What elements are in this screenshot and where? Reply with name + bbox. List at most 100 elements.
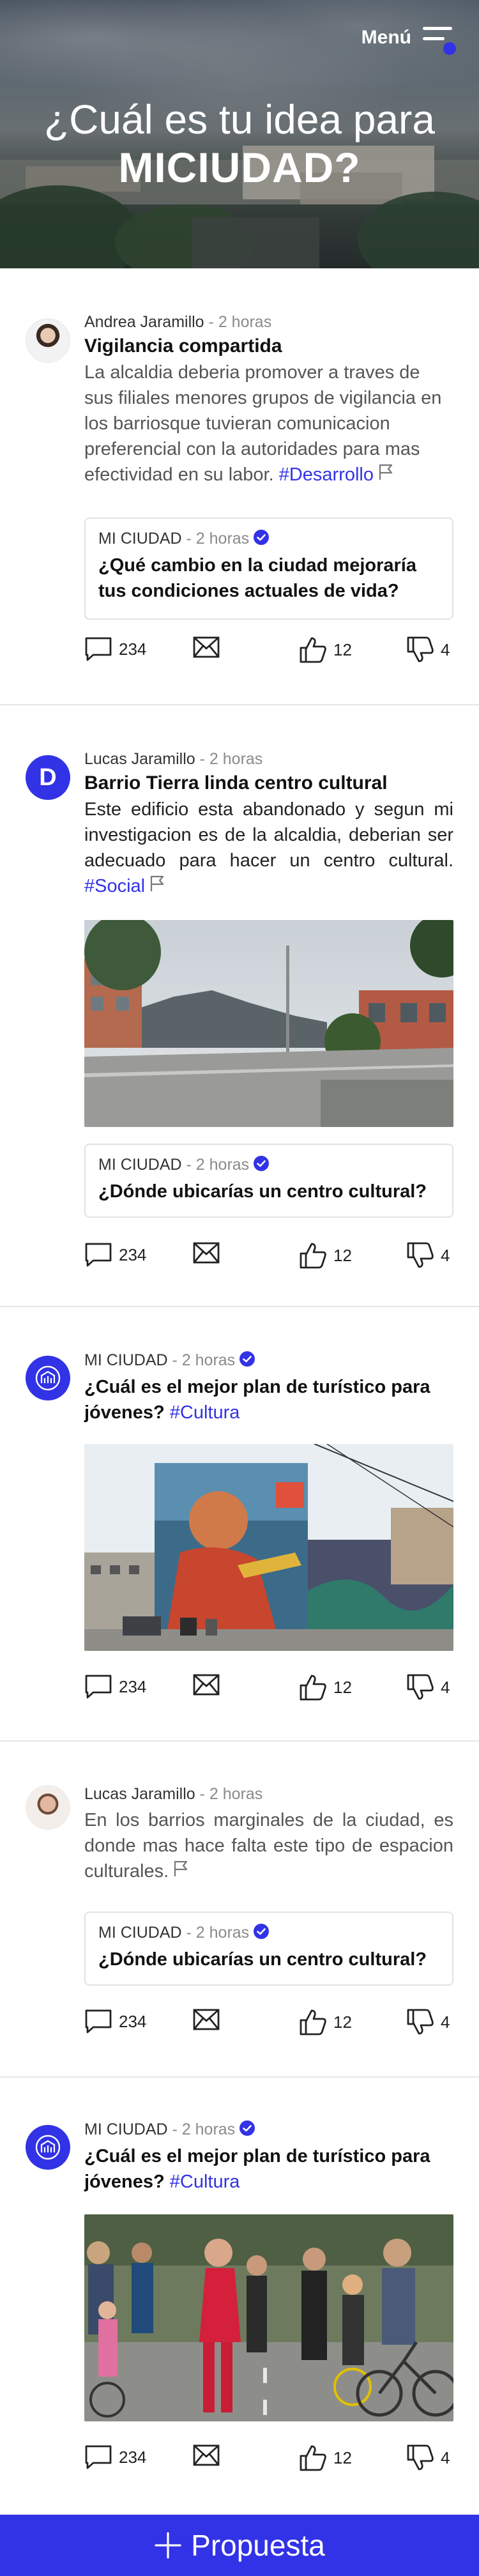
question-text: ¿Cuál es el mejor plan de turístico para… bbox=[84, 1374, 453, 1425]
feed-post: Lucas Jaramillo - 2 horas En los barrios… bbox=[0, 1742, 479, 2078]
share-button[interactable] bbox=[193, 2444, 220, 2466]
comment-count: 234 bbox=[119, 1676, 147, 1696]
avatar[interactable] bbox=[26, 1785, 70, 1830]
post-text: En los barrios marginales de la ciudad, … bbox=[84, 1807, 453, 1885]
post-photo-street[interactable] bbox=[84, 920, 453, 1127]
thumbs-up-icon bbox=[300, 2445, 326, 2471]
comments-button[interactable]: 234 bbox=[84, 1674, 146, 1699]
hashtag-link[interactable]: #Social bbox=[84, 876, 145, 896]
dislike-button[interactable]: 4 bbox=[406, 2444, 450, 2471]
miciudad-logo-icon bbox=[35, 1365, 61, 1391]
question-time: - 2 horas bbox=[186, 1924, 250, 1942]
comment-count: 234 bbox=[119, 639, 147, 659]
question-time: - 2 horas bbox=[186, 530, 250, 548]
post-meta: Lucas Jaramillo - 2 horas bbox=[84, 750, 453, 769]
linked-question-card[interactable]: MI CIUDAD - 2 horas ¿Dónde ubicarías un … bbox=[84, 1144, 453, 1218]
like-count: 12 bbox=[333, 1677, 352, 1697]
post-text: La alcaldia deberia promover a traves de… bbox=[84, 360, 453, 488]
share-button[interactable] bbox=[193, 1674, 220, 1696]
post-meta: MI CIUDAD - 2 horas bbox=[84, 2120, 453, 2141]
question-text: ¿Qué cambio en la ciudad mejoraría tus c… bbox=[98, 555, 416, 601]
flag-icon[interactable] bbox=[149, 874, 165, 900]
like-button[interactable]: 12 bbox=[299, 2009, 352, 2035]
author-name[interactable]: Andrea Jaramillo bbox=[84, 313, 204, 331]
thumbs-down-icon bbox=[407, 636, 434, 663]
thumbs-down-icon bbox=[407, 2444, 434, 2471]
mail-icon bbox=[193, 2009, 220, 2030]
post-actions: 234 12 4 bbox=[84, 636, 453, 664]
flag-icon[interactable] bbox=[377, 463, 394, 488]
question-author: MI CIUDAD bbox=[98, 530, 182, 548]
thumbs-up-icon bbox=[300, 1243, 326, 1269]
dislike-button[interactable]: 4 bbox=[406, 2009, 450, 2035]
comments-button[interactable]: 234 bbox=[84, 2444, 146, 2470]
feed-post: MI CIUDAD - 2 horas ¿Cuál es el mejor pl… bbox=[0, 2078, 479, 2515]
share-button[interactable] bbox=[193, 636, 220, 658]
post-time: - 2 horas bbox=[199, 1785, 263, 1803]
mail-icon bbox=[193, 1674, 220, 1696]
post-photo-ciclovia[interactable] bbox=[84, 2214, 453, 2421]
like-button[interactable]: 12 bbox=[299, 1674, 352, 1701]
dislike-button[interactable]: 4 bbox=[406, 1242, 450, 1269]
like-count: 12 bbox=[333, 1245, 352, 1265]
author-name[interactable]: Lucas Jaramillo bbox=[84, 750, 195, 768]
mail-icon bbox=[193, 1242, 220, 1264]
feed-post: MI CIUDAD - 2 horas ¿Cuál es el mejor pl… bbox=[0, 1307, 479, 1742]
post-actions: 234 12 4 bbox=[84, 2009, 453, 2037]
hero-title-line2: MICIUDAD? bbox=[118, 144, 361, 191]
comments-button[interactable]: 234 bbox=[84, 2009, 146, 2034]
post-text: Este edificio esta abandonado y segun mi… bbox=[84, 797, 453, 900]
like-button[interactable]: 12 bbox=[299, 2444, 352, 2471]
comment-icon bbox=[85, 2009, 112, 2034]
like-count: 12 bbox=[333, 2012, 352, 2032]
post-actions: 234 12 4 bbox=[84, 1674, 453, 1702]
comment-count: 234 bbox=[119, 1245, 147, 1264]
like-count: 12 bbox=[333, 640, 352, 659]
flag-icon[interactable] bbox=[172, 1859, 189, 1885]
miciudad-logo-icon bbox=[35, 2135, 61, 2160]
hashtag-link[interactable]: #Cultura bbox=[170, 2172, 240, 2192]
thumbs-down-icon bbox=[407, 1674, 434, 1700]
comments-button[interactable]: 234 bbox=[84, 1242, 146, 1268]
comment-icon bbox=[85, 1243, 112, 1267]
question-text: ¿Dónde ubicarías un centro cultural? bbox=[98, 1949, 427, 1970]
avatar-letter: D bbox=[39, 763, 57, 791]
feed-post: D Lucas Jaramillo - 2 horas Barrio Tierr… bbox=[0, 705, 479, 1307]
comment-count: 234 bbox=[119, 2011, 147, 2031]
menu-label: Menú bbox=[361, 27, 411, 48]
hero-banner: Menú ¿Cuál es tu idea para MICIUDAD? bbox=[0, 0, 479, 268]
dislike-button[interactable]: 4 bbox=[406, 636, 450, 663]
avatar[interactable]: D bbox=[26, 755, 70, 800]
menu-button[interactable]: Menú bbox=[361, 23, 456, 55]
verified-icon bbox=[239, 1351, 255, 1372]
share-button[interactable] bbox=[193, 2009, 220, 2030]
question-author: MI CIUDAD bbox=[98, 1156, 182, 1174]
author-name[interactable]: MI CIUDAD bbox=[84, 2120, 168, 2138]
mail-icon bbox=[193, 636, 220, 658]
post-photo-mural[interactable] bbox=[84, 1444, 453, 1651]
like-button[interactable]: 12 bbox=[299, 636, 352, 663]
new-proposal-button[interactable]: Propuesta bbox=[0, 2515, 479, 2576]
dislike-count: 4 bbox=[441, 1245, 450, 1265]
avatar[interactable] bbox=[26, 1356, 70, 1400]
notification-dot bbox=[443, 42, 456, 55]
comments-button[interactable]: 234 bbox=[84, 636, 146, 662]
share-button[interactable] bbox=[193, 1242, 220, 1264]
author-name[interactable]: Lucas Jaramillo bbox=[84, 1785, 195, 1803]
dislike-count: 4 bbox=[441, 2448, 450, 2467]
avatar[interactable] bbox=[26, 318, 70, 363]
post-time: - 2 horas bbox=[199, 750, 263, 768]
thumbs-up-icon bbox=[300, 1675, 326, 1701]
verified-icon bbox=[239, 2120, 255, 2141]
linked-question-card[interactable]: MI CIUDAD - 2 horas ¿Qué cambio en la ci… bbox=[84, 518, 453, 620]
question-time: - 2 horas bbox=[186, 1156, 250, 1174]
post-actions: 234 12 4 bbox=[84, 2444, 453, 2472]
linked-question-card[interactable]: MI CIUDAD - 2 horas ¿Dónde ubicarías un … bbox=[84, 1912, 453, 1986]
like-button[interactable]: 12 bbox=[299, 1242, 352, 1269]
dislike-button[interactable]: 4 bbox=[406, 1674, 450, 1701]
verified-icon bbox=[253, 1923, 270, 1944]
hashtag-link[interactable]: #Cultura bbox=[170, 1402, 240, 1423]
author-name[interactable]: MI CIUDAD bbox=[84, 1351, 168, 1369]
hashtag-link[interactable]: #Desarrollo bbox=[279, 464, 374, 485]
avatar[interactable] bbox=[26, 2125, 70, 2170]
